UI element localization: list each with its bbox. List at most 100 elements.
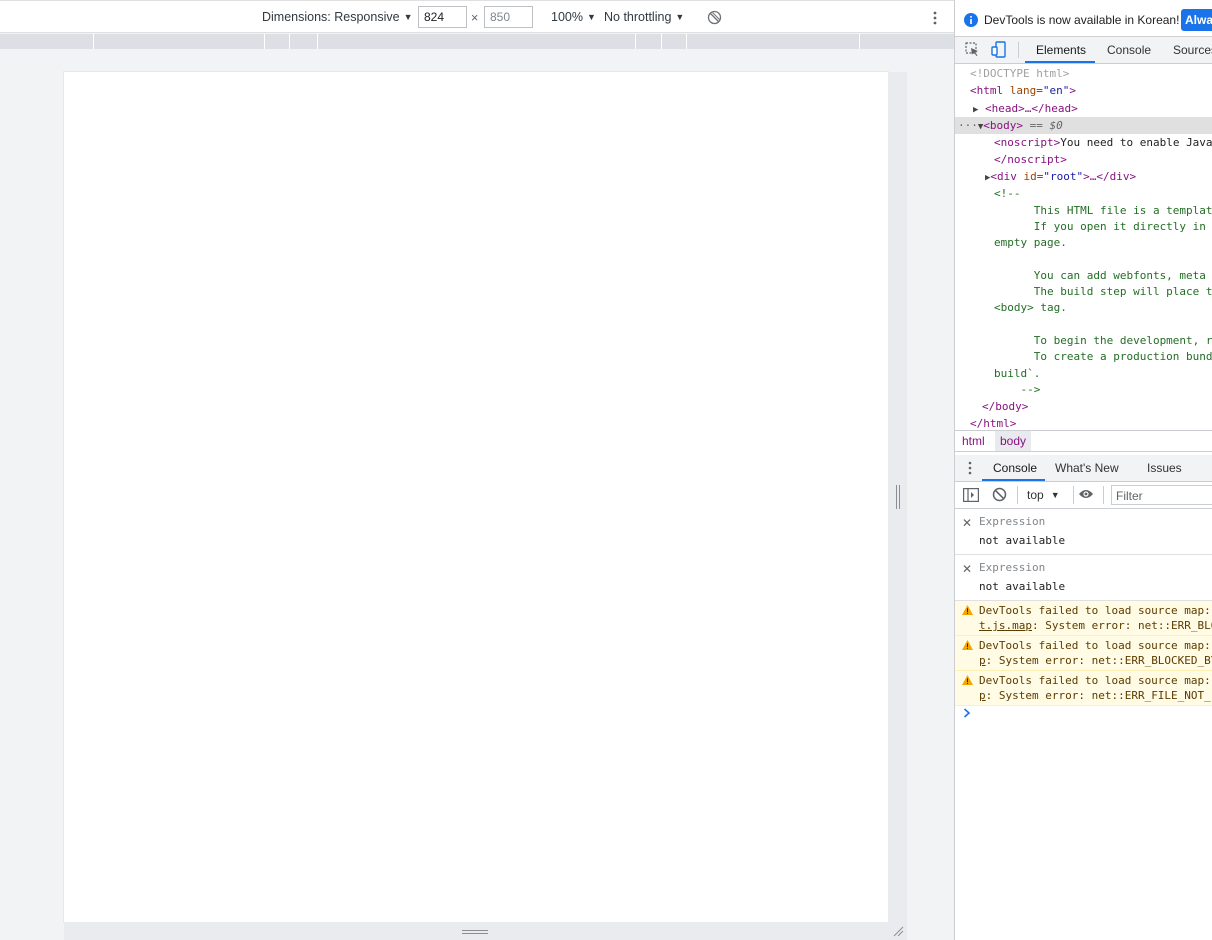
more-vert-icon[interactable] <box>966 461 974 478</box>
comment-line: This HTML file is a template. <box>994 204 1212 217</box>
noscript-node[interactable]: <noscript>You need to enable Javascript <box>994 135 1212 151</box>
live-expression-icon[interactable] <box>1078 488 1094 503</box>
body-node[interactable]: ···▼<body> == $0 <box>958 118 1063 134</box>
times-sign: × <box>471 11 479 25</box>
console-warning: DevTools failed to load source map: Coul… <box>955 601 1212 636</box>
more-vert-icon[interactable] <box>929 10 941 29</box>
throttling-label: No throttling <box>604 10 672 24</box>
filter-input[interactable]: Filter <box>1111 485 1212 505</box>
resize-handle-bottom[interactable] <box>64 922 907 940</box>
zoom-label: 100% <box>551 10 583 24</box>
root-div-node[interactable]: ▶<div id="root">…</div> <box>985 169 1136 185</box>
devtools-panel: DevTools is now available in Korean! Alw… <box>954 0 1212 940</box>
warning-line1: DevTools failed to load source map: Coul… <box>979 674 1211 687</box>
drawer-tabbar: Console What's New Issues <box>955 455 1212 482</box>
head-node[interactable]: ▶ <head>…</head> <box>973 101 1078 117</box>
noscript-close: </noscript> <box>994 153 1067 166</box>
drawer-tab-issues[interactable]: Issues <box>1147 461 1182 475</box>
comment-line: To begin the development, run `npm start… <box>1033 334 1212 347</box>
comment-line: <!-- <box>994 187 1021 200</box>
media-query-ruler[interactable] <box>0 34 954 49</box>
sidebar-toggle-icon[interactable] <box>963 488 980 505</box>
warning-icon <box>962 675 973 688</box>
breadcrumb-html[interactable]: html <box>962 434 985 448</box>
comment-line: You can add webfonts, meta tags, or anal… <box>1033 269 1206 282</box>
warning-icon <box>962 640 973 653</box>
div-id-attr: id <box>1023 170 1037 183</box>
device-toolbar: Dimensions: Responsive ▼ 824 × 850 100% ▼ … <box>0 0 954 33</box>
context-label: top <box>1027 488 1044 502</box>
console-warning: DevTools failed to load source map: Coul… <box>955 636 1212 671</box>
breadcrumb-body[interactable]: body <box>995 431 1032 451</box>
noscript-text: You need to enable Javascript <box>1060 136 1212 149</box>
tab-elements[interactable]: Elements <box>1036 43 1086 57</box>
emulated-viewport[interactable] <box>64 72 888 922</box>
comment-line: <body> tag. <box>994 301 1067 314</box>
more-horiz-icon[interactable]: ··· <box>958 119 978 132</box>
infobar-message: DevTools is now available in Korean! <box>984 13 1180 27</box>
doctype-node[interactable]: <!DOCTYPE html> <box>970 66 1069 82</box>
filter-placeholder: Filter <box>1116 489 1143 503</box>
resize-handle-right[interactable] <box>888 72 907 922</box>
drawer-tab-console[interactable]: Console <box>993 461 1037 475</box>
warning-detail: : System error: net::ERR_BLOCKED_BY_CLIE… <box>1031 619 1212 632</box>
warning-icon <box>962 605 973 618</box>
source-link[interactable]: p <box>979 654 986 667</box>
warning-detail: : System error: net::ERR_BLOCKED_BY_CLIE… <box>985 654 1212 667</box>
html-lang-value: "en" <box>1042 84 1070 97</box>
expression-label[interactable]: Expression <box>979 561 1045 574</box>
clear-console-icon[interactable] <box>992 487 1007 505</box>
context-selector[interactable]: top ▼ <box>1027 488 1060 502</box>
html-close: </html> <box>970 417 1017 430</box>
warning-line2: p: System error: net::ERR_FILE_NOT_FOUND <box>979 689 1212 703</box>
width-input[interactable]: 824 <box>418 6 467 28</box>
chevron-down-icon: ▼ <box>675 12 685 22</box>
live-expression: ✕ Expression not available <box>955 555 1212 601</box>
warning-line1: DevTools failed to load source map: Coul… <box>979 604 1211 617</box>
div-id-value: "root" <box>1043 170 1084 183</box>
expression-label[interactable]: Expression <box>979 515 1045 528</box>
main-tabbar: Elements Console Sources <box>955 37 1212 64</box>
body-close: </body> <box>982 400 1029 413</box>
comment-line: To create a production bundle, use `npm … <box>1033 350 1212 363</box>
rotate-icon[interactable] <box>707 10 722 28</box>
close-icon[interactable]: ✕ <box>962 516 972 530</box>
head-tag: <head>…</head> <box>985 102 1078 115</box>
comment-line: If you open it directly in the browser, … <box>1033 220 1206 233</box>
close-icon[interactable]: ✕ <box>962 562 972 576</box>
device-toggle-icon[interactable] <box>991 41 1007 61</box>
breadcrumb: html body <box>955 430 1212 452</box>
height-input[interactable]: 850 <box>484 6 533 28</box>
warning-detail: : System error: net::ERR_FILE_NOT_FOUND <box>985 689 1212 702</box>
chevron-down-icon: ▼ <box>403 12 413 22</box>
info-icon <box>964 13 978 30</box>
dimensions-dropdown[interactable]: Dimensions: Responsive ▼ <box>262 10 412 24</box>
resize-corner-icon[interactable] <box>892 925 904 940</box>
live-expression: ✕ Expression not available <box>955 509 1212 555</box>
drawer-tab-whats-new[interactable]: What's New <box>1055 461 1119 475</box>
tab-sources[interactable]: Sources <box>1173 43 1212 57</box>
expand-triangle-icon[interactable]: ▶ <box>973 105 978 115</box>
html-lang-attr: lang <box>1009 84 1037 97</box>
comment-line: empty page. <box>994 236 1067 249</box>
always-match-button[interactable]: Alway <box>1181 9 1212 31</box>
source-link[interactable]: p <box>979 689 986 702</box>
source-link[interactable]: t.js.map <box>979 619 1032 632</box>
comment-line: build`. <box>994 367 1041 380</box>
console-prompt-icon[interactable] <box>963 707 971 721</box>
chevron-down-icon: ▼ <box>1050 490 1060 500</box>
throttling-dropdown[interactable]: No throttling ▼ <box>604 10 684 24</box>
tab-console[interactable]: Console <box>1107 43 1151 57</box>
zoom-dropdown[interactable]: 100% ▼ <box>551 10 596 24</box>
html-node[interactable]: <html lang="en"> <box>970 83 1076 99</box>
warning-line1: DevTools failed to load source map: Coul… <box>979 639 1211 652</box>
html-tag: <html <box>970 84 1004 97</box>
selected-marker: == $0 <box>1023 119 1063 132</box>
warning-line2: t.js.map: System error: net::ERR_BLOCKED… <box>979 619 1212 633</box>
console-input[interactable] <box>975 702 1212 722</box>
console-warning: DevTools failed to load source map: Coul… <box>955 671 1212 706</box>
expression-value: not available <box>979 534 1066 547</box>
language-infobar: DevTools is now available in Korean! Alw… <box>955 0 1212 37</box>
elements-tree: <!DOCTYPE html> <html lang="en"> ▶ <head… <box>955 64 1212 430</box>
inspect-icon[interactable] <box>965 42 980 60</box>
